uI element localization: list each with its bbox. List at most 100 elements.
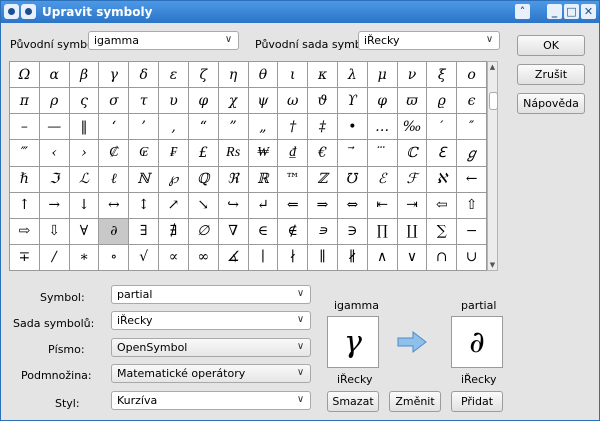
symbol-cell[interactable]: › <box>69 140 100 167</box>
symbol-cell[interactable]: ₢ <box>129 140 160 167</box>
set-combo[interactable]: iŘecky ∨ <box>111 311 311 330</box>
symbol-cell[interactable]: ℰ <box>367 166 398 193</box>
symbol-grid[interactable]: Ωα β γ δ ε ζ η θ ι κ λ μ ν ξ ο π ρ ς σ τ υ φ χ ψ ω ϑ ϒφ ϖ ϱ ϵ – — ‖ ‘’ ‚ “”… <box>9 61 487 271</box>
symbol-cell[interactable]: ℚ <box>188 166 219 193</box>
title-bar[interactable]: Upravit symboly ˄ _ □ ✕ <box>1 1 599 23</box>
symbol-cell[interactable]: ψ <box>248 88 279 115</box>
symbol-cell[interactable]: ∍ <box>308 218 338 245</box>
symbol-cell[interactable]: — <box>39 114 70 141</box>
grid-scrollbar[interactable]: ▲ ▼ <box>487 61 498 271</box>
scrollbar-thumb[interactable] <box>489 92 498 110</box>
chevron-up-icon[interactable]: ˄ <box>515 4 530 19</box>
symbol-cell[interactable]: ι <box>278 62 309 89</box>
pin-icon[interactable] <box>21 4 36 19</box>
symbol-cell[interactable]: χ <box>218 88 249 115</box>
symbol-cell[interactable]: ℕ <box>129 166 160 193</box>
symbol-cell[interactable]: ο <box>457 62 487 89</box>
symbol-cell[interactable]: „ <box>248 114 279 141</box>
symbol-cell[interactable]: ⇩ <box>39 218 70 245</box>
symbol-cell[interactable]: ⇒ <box>308 192 338 219</box>
symbol-cell[interactable]: ∥ <box>308 244 338 271</box>
symbol-cell[interactable]: λ <box>337 62 368 89</box>
symbol-cell[interactable]: € <box>308 140 338 167</box>
symbol-cell[interactable]: ″ <box>457 114 487 141</box>
symbol-cell[interactable]: ∄ <box>159 218 189 245</box>
symbol-cell[interactable]: ϖ <box>397 88 428 115</box>
ok-button[interactable]: OK <box>517 35 585 56</box>
symbol-cell[interactable]: Ω <box>10 62 40 89</box>
symbol-cell[interactable]: ⇦ <box>427 192 458 219</box>
old-symbol-combo[interactable]: igamma ∨ <box>88 31 239 50</box>
symbol-cell[interactable]: ₡ <box>99 140 130 167</box>
symbol-cell[interactable]: ‰ <box>397 114 428 141</box>
symbol-cell[interactable]: ⇨ <box>10 218 40 245</box>
symbol-cell[interactable]: α <box>39 62 70 89</box>
symbol-cell[interactable]: ∪ <box>457 244 487 271</box>
font-combo[interactable]: OpenSymbol ∨ <box>111 338 311 357</box>
symbol-cell[interactable]: ℑ <box>39 166 70 193</box>
symbol-cell[interactable]: ∈ <box>248 218 279 245</box>
symbol-cell[interactable]: – <box>10 114 40 141</box>
symbol-cell[interactable]: ‹ <box>39 140 70 167</box>
symbol-cell[interactable]: ₩ <box>248 140 279 167</box>
symbol-cell[interactable]: ₨ <box>218 140 249 167</box>
symbol-cell[interactable]: ∏ <box>367 218 398 245</box>
symbol-cell[interactable]: • <box>337 114 368 141</box>
symbol-cell[interactable]: ₣ <box>159 140 189 167</box>
dropdown-arrow-icon[interactable]: ∨ <box>223 34 234 46</box>
old-set-combo[interactable]: iŘecky ∨ <box>358 31 500 50</box>
close-icon[interactable]: ✕ <box>581 4 596 19</box>
symbol-cell[interactable]: ℏ <box>10 166 40 193</box>
symbol-cell[interactable]: ς <box>69 88 100 115</box>
symbol-cell[interactable]: ⃗ <box>337 140 368 167</box>
symbol-cell[interactable]: φ <box>367 88 398 115</box>
symbol-combo[interactable]: partial ∨ <box>111 285 311 304</box>
symbol-cell[interactable]: ‘ <box>99 114 130 141</box>
symbol-cell[interactable]: ℜ <box>218 166 249 193</box>
symbol-cell[interactable]: π <box>10 88 40 115</box>
symbol-cell[interactable]: ⇤ <box>367 192 398 219</box>
symbol-cell[interactable]: ℱ <box>397 166 428 193</box>
symbol-cell[interactable]: ∗ <box>69 244 100 271</box>
dropdown-arrow-icon[interactable]: ∨ <box>295 367 306 379</box>
symbol-cell[interactable]: ∨ <box>397 244 428 271</box>
symbol-cell[interactable]: ∃ <box>129 218 160 245</box>
symbol-cell[interactable]: ∧ <box>367 244 398 271</box>
symbol-cell[interactable]: † <box>278 114 309 141</box>
symbol-cell[interactable]: δ <box>129 62 160 89</box>
app-icon[interactable] <box>4 4 19 19</box>
symbol-cell[interactable]: ℒ <box>69 166 100 193</box>
dropdown-arrow-icon[interactable]: ∨ <box>295 288 306 300</box>
symbol-cell[interactable]: ∘ <box>99 244 130 271</box>
symbol-cell[interactable]: → <box>39 192 70 219</box>
symbol-cell[interactable]: ′ <box>427 114 458 141</box>
symbol-cell[interactable]: θ <box>248 62 279 89</box>
symbol-cell[interactable]: ⃛ <box>367 140 398 167</box>
symbol-cell[interactable]: ” <box>218 114 249 141</box>
delete-button[interactable]: Smazat <box>327 391 379 412</box>
symbol-cell[interactable]: ∩ <box>427 244 458 271</box>
symbol-cell[interactable]: ℝ <box>248 166 279 193</box>
symbol-cell[interactable]: ↪ <box>218 192 249 219</box>
symbol-cell[interactable]: … <box>367 114 398 141</box>
subset-combo[interactable]: Matematické operátory ∨ <box>111 364 311 383</box>
modify-button[interactable]: Změnit <box>389 391 441 412</box>
symbol-cell[interactable]: ↵ <box>248 192 279 219</box>
symbol-cell[interactable]: ρ <box>39 88 70 115</box>
add-button[interactable]: Přidat <box>451 391 503 412</box>
symbol-cell[interactable]: “ <box>188 114 219 141</box>
symbol-cell[interactable]: √ <box>129 244 160 271</box>
symbol-cell[interactable]: ∑ <box>427 218 458 245</box>
symbol-cell[interactable]: £ <box>188 140 219 167</box>
symbol-cell[interactable]: β <box>69 62 100 89</box>
symbol-cell[interactable]: ← <box>457 166 487 193</box>
symbol-cell[interactable]: ⇔ <box>337 192 368 219</box>
dropdown-arrow-icon[interactable]: ∨ <box>295 314 306 326</box>
symbol-cell[interactable]: ℘ <box>159 166 189 193</box>
symbol-cell[interactable]: ν <box>397 62 428 89</box>
symbol-cell[interactable]: ↔ <box>99 192 130 219</box>
symbol-cell[interactable]: ∡ <box>218 244 249 271</box>
symbol-cell[interactable]: ∋ <box>337 218 368 245</box>
symbol-cell[interactable]: ∉ <box>278 218 309 245</box>
symbol-cell[interactable]: ϱ <box>427 88 458 115</box>
